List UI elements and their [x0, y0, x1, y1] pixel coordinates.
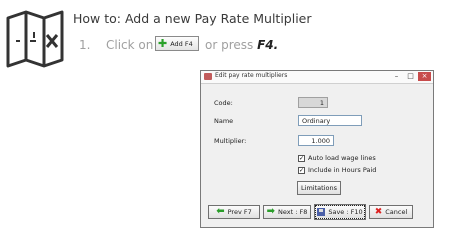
- auto-load-checkbox[interactable]: ✓: [298, 155, 305, 162]
- limitations-button[interactable]: Limitations: [297, 181, 341, 195]
- plus-icon: ✚: [158, 36, 168, 50]
- app-icon: [204, 73, 212, 80]
- step-key: F4.: [257, 38, 279, 52]
- prev-button[interactable]: ⬅ Prev F7: [208, 205, 260, 219]
- next-button-label: Next : F8: [278, 208, 308, 216]
- dialog-titlebar[interactable]: Edit pay rate multipliers – □ ×: [201, 71, 433, 84]
- add-button-label: Add F4: [170, 39, 193, 48]
- code-label: Code:: [214, 99, 233, 107]
- step-suffix-text: or press: [205, 38, 254, 52]
- name-field[interactable]: Ordinary: [298, 115, 362, 126]
- add-button-illustration: ✚ Add F4: [155, 36, 199, 51]
- step-number: 1.: [79, 38, 91, 52]
- include-hours-checkbox[interactable]: ✓: [298, 167, 305, 174]
- cancel-button-label: Cancel: [385, 208, 408, 216]
- include-hours-label: Include in Hours Paid: [308, 166, 377, 174]
- code-field: 1: [298, 97, 328, 108]
- step-suffix: or press F4.: [205, 38, 278, 52]
- save-icon: [317, 208, 326, 216]
- step-prefix: Click on: [106, 38, 154, 52]
- dialog-title: Edit pay rate multipliers: [215, 72, 288, 79]
- cancel-button[interactable]: ✖ Cancel: [369, 205, 413, 219]
- save-button[interactable]: Save : F10: [314, 204, 366, 220]
- minimize-button[interactable]: –: [390, 72, 403, 81]
- edit-pay-rate-dialog: Edit pay rate multipliers – □ × Code: 1 …: [200, 70, 434, 228]
- multiplier-label: Multiplier:: [214, 137, 247, 145]
- arrow-right-icon: ➡: [266, 206, 276, 217]
- auto-load-label: Auto load wage lines: [308, 154, 376, 162]
- instruction-heading: How to: Add a new Pay Rate Multiplier: [73, 11, 312, 26]
- save-button-label: Save : F10: [328, 208, 363, 216]
- map-icon: [6, 10, 64, 68]
- next-button[interactable]: ➡ Next : F8: [263, 205, 311, 219]
- prev-button-label: Prev F7: [227, 208, 252, 216]
- maximize-button[interactable]: □: [404, 72, 417, 81]
- multiplier-field[interactable]: 1.000: [298, 135, 334, 146]
- cancel-icon: ✖: [374, 207, 383, 217]
- arrow-left-icon: ⬅: [216, 206, 225, 217]
- limitations-button-label: Limitations: [301, 184, 337, 192]
- name-label: Name: [214, 117, 234, 125]
- close-button[interactable]: ×: [418, 72, 431, 81]
